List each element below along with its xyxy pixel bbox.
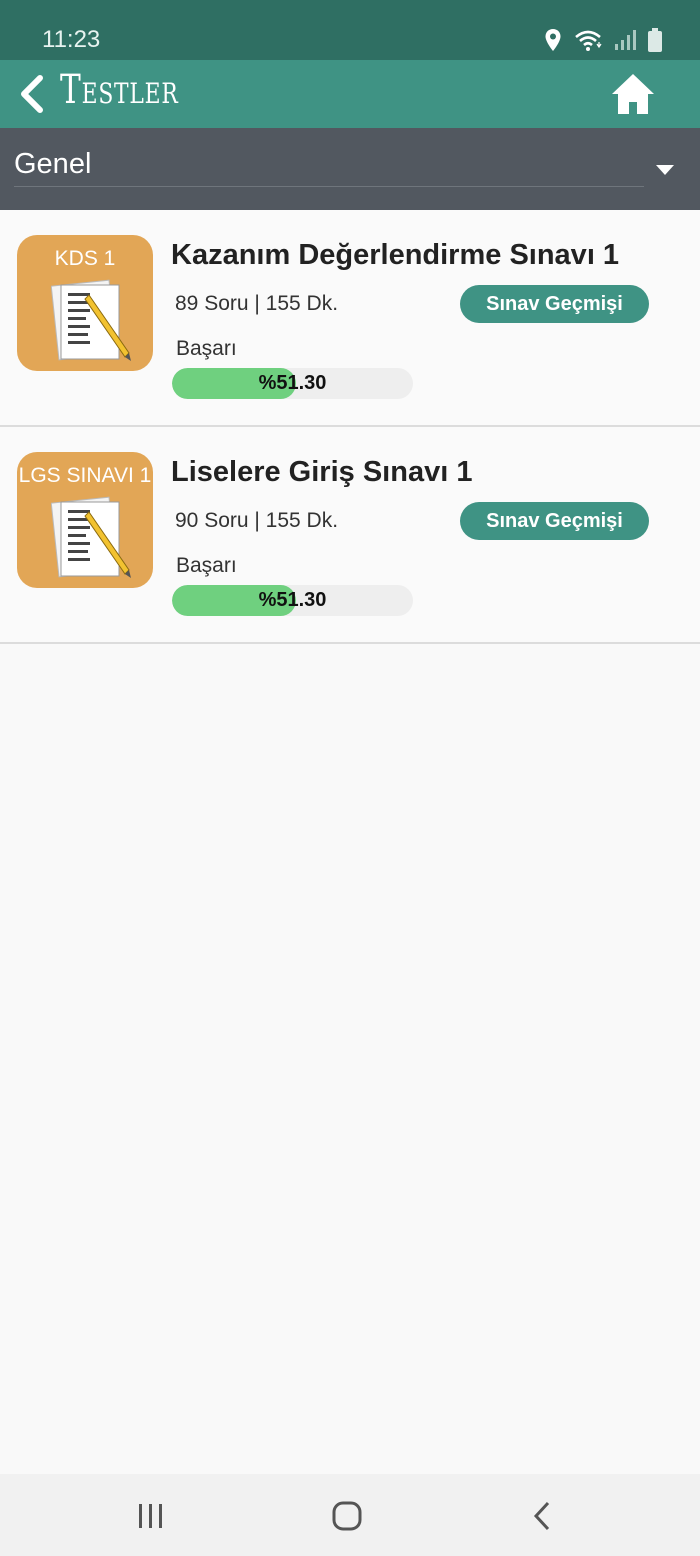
success-percentage: %51.30	[258, 589, 327, 611]
filter-underline	[14, 186, 644, 187]
status-bar: 11:23	[0, 0, 700, 60]
success-percentage: %51.30	[258, 372, 327, 394]
exam-history-button[interactable]: Sınav Geçmişi	[460, 285, 649, 323]
home-icon[interactable]	[608, 68, 658, 120]
page-title: Testler	[60, 67, 179, 113]
exam-paper-icon	[51, 279, 131, 361]
test-title: Liselere Giriş Sınavı 1	[171, 456, 473, 488]
status-icons	[544, 28, 662, 52]
location-icon	[545, 29, 561, 51]
recent-apps-icon[interactable]	[129, 1494, 173, 1538]
success-label: Başarı	[176, 337, 237, 360]
wifi-icon	[575, 30, 602, 51]
test-meta: 89 Soru | 155 Dk.	[175, 292, 339, 315]
back-icon[interactable]	[521, 1494, 565, 1538]
test-list: KDS 1 Kazanım Değerlendirme Sınavı 1 89 …	[0, 210, 700, 644]
signal-icon	[615, 30, 636, 50]
thumbnail-label: LGS SINAVI 1	[18, 464, 152, 487]
system-nav-bar	[0, 1474, 700, 1556]
test-card[interactable]: KDS 1 Kazanım Değerlendirme Sınavı 1 89 …	[0, 210, 700, 427]
caret-down-icon[interactable]	[654, 163, 676, 177]
thumbnail-label: KDS 1	[54, 247, 116, 270]
home-circle-icon[interactable]	[325, 1494, 369, 1538]
chevron-left-icon[interactable]	[14, 68, 54, 120]
test-thumbnail: LGS SINAVI 1	[17, 452, 153, 588]
exam-paper-icon	[51, 496, 131, 578]
exam-history-button[interactable]: Sınav Geçmişi	[460, 502, 649, 540]
test-meta: 90 Soru | 155 Dk.	[175, 509, 339, 532]
test-title: Kazanım Değerlendirme Sınavı 1	[171, 239, 620, 271]
success-progress-bar: %51.30	[172, 368, 413, 399]
status-time: 11:23	[42, 26, 101, 53]
success-label: Başarı	[176, 554, 237, 577]
test-thumbnail: KDS 1	[17, 235, 153, 371]
battery-icon	[648, 28, 662, 52]
filter-selected-value: Genel	[14, 148, 92, 180]
success-progress-bar: %51.30	[172, 585, 413, 616]
test-card[interactable]: LGS SINAVI 1 Liselere Giriş Sınavı 1 90 …	[0, 427, 700, 644]
category-filter-dropdown[interactable]: Genel	[0, 128, 700, 210]
